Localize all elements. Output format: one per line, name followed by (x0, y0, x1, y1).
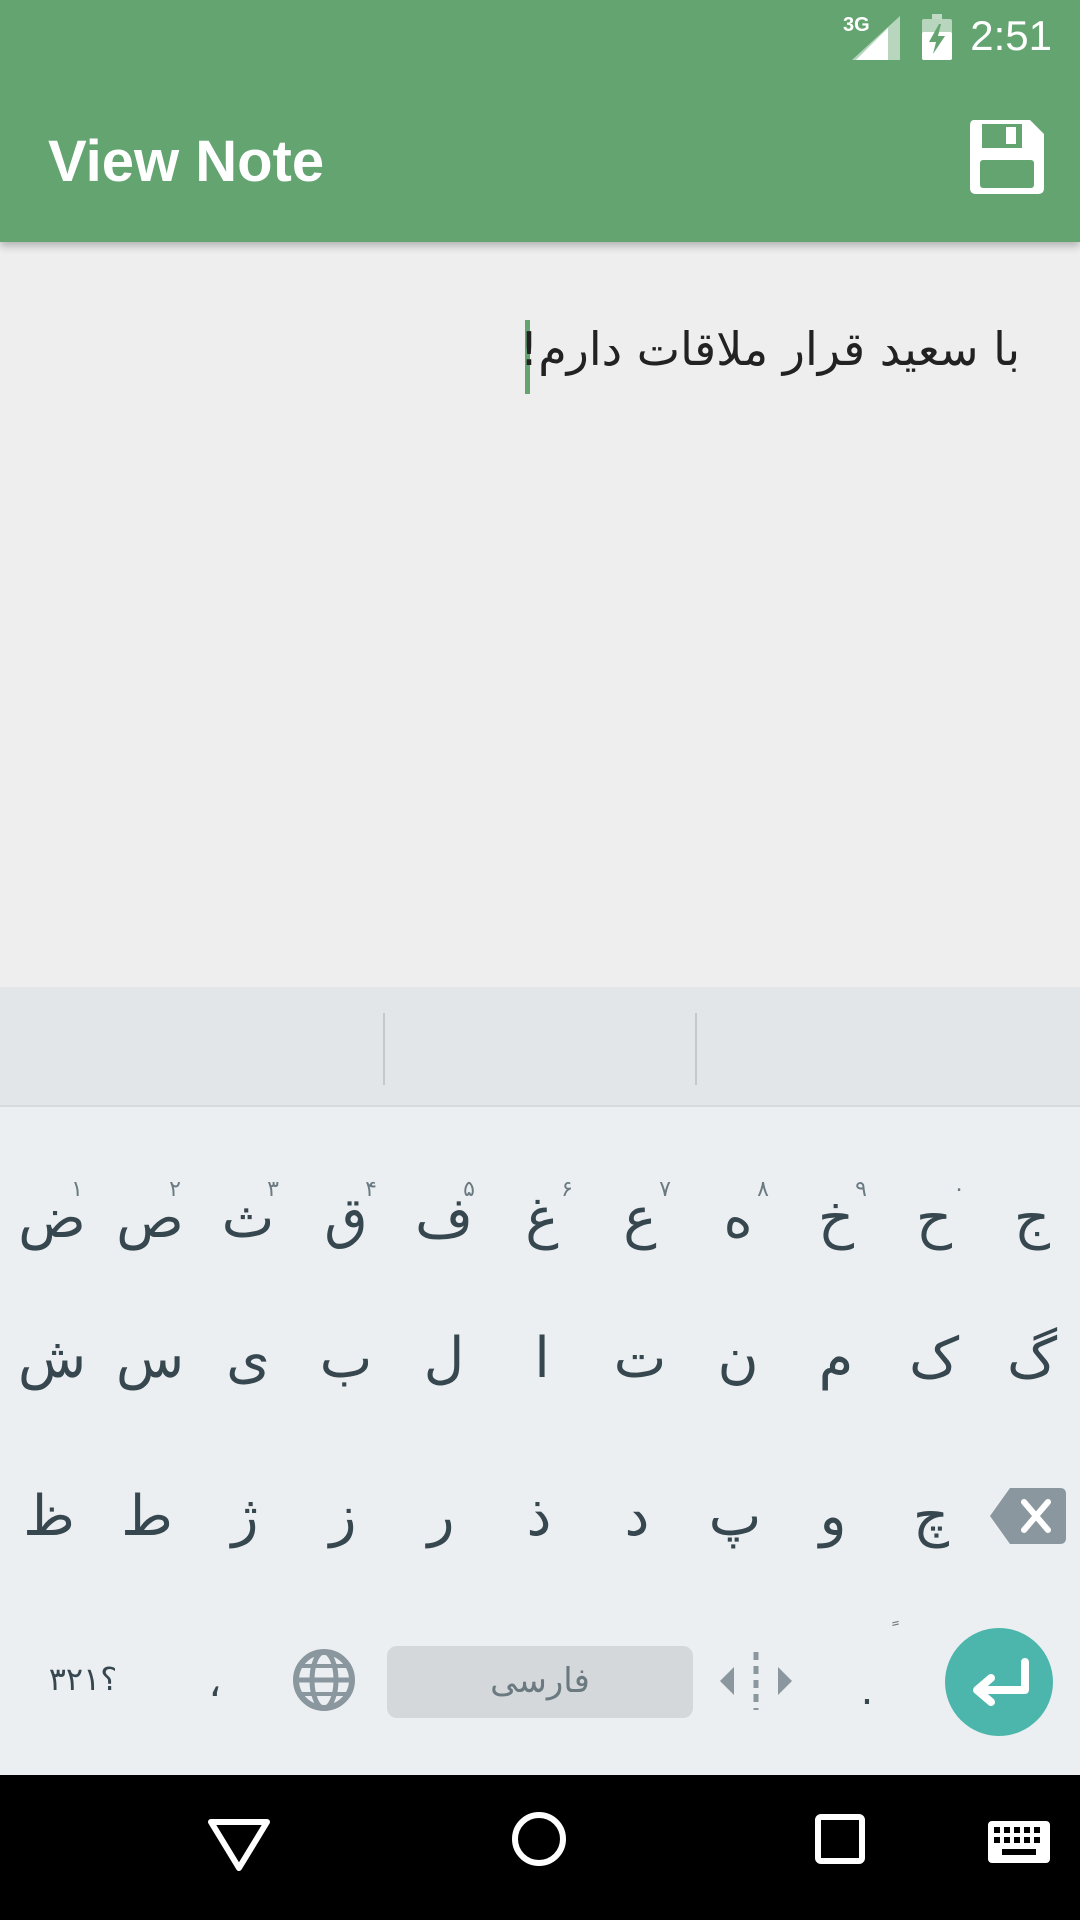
period-key-hint: ً (880, 1620, 900, 1645)
key[interactable]: ل (395, 1299, 493, 1419)
key[interactable]: ا (493, 1299, 591, 1419)
key[interactable]: خ۹ (787, 1159, 885, 1279)
key[interactable]: م (787, 1299, 885, 1419)
globe-icon (293, 1649, 355, 1711)
key[interactable]: غ۶ (493, 1159, 591, 1279)
note-text[interactable]: با سعید قرار ملاقات دارم! (520, 322, 1020, 376)
key[interactable]: ک (885, 1299, 983, 1419)
home-button[interactable] (511, 1811, 567, 1871)
key[interactable]: ی (199, 1299, 297, 1419)
key[interactable]: س (101, 1299, 199, 1419)
home-circle-icon (512, 1812, 566, 1866)
key[interactable]: چ (882, 1457, 980, 1577)
signal-icon (852, 16, 900, 60)
key[interactable]: گ (983, 1299, 1080, 1419)
key[interactable]: ع۷ (591, 1159, 689, 1279)
key[interactable]: ذ (490, 1457, 588, 1577)
key[interactable]: ظ (0, 1457, 98, 1577)
key[interactable]: ن (689, 1299, 787, 1419)
back-triangle-icon (208, 1819, 270, 1871)
floppy-disk-icon (970, 120, 1044, 194)
navigation-bar (0, 1775, 1080, 1920)
recents-square-icon (815, 1814, 865, 1864)
symbols-key[interactable]: ؟۳۲۱ (38, 1660, 128, 1698)
cursor-arrows-icon (720, 1652, 792, 1710)
key[interactable]: ح۰ (885, 1159, 983, 1279)
key[interactable]: ه۸ (689, 1159, 787, 1279)
period-key[interactable]: . (852, 1668, 882, 1714)
keyboard-switch-button[interactable] (988, 1821, 1050, 1867)
save-button[interactable] (968, 118, 1046, 196)
key[interactable]: ر (392, 1457, 490, 1577)
suggestion-divider (383, 1013, 385, 1085)
key[interactable]: ض۱ (3, 1159, 101, 1279)
key[interactable]: ق۴ (297, 1159, 395, 1279)
backspace-icon (990, 1488, 1066, 1544)
key[interactable]: و (784, 1457, 882, 1577)
page-title: View Note (48, 129, 325, 194)
app-bar: 3G 2:51 View Note (0, 0, 1080, 242)
language-switch-key[interactable] (290, 1648, 358, 1716)
key[interactable]: ط (98, 1457, 196, 1577)
enter-arrow-icon (973, 1658, 1029, 1706)
keyboard-icon (988, 1821, 1050, 1863)
key[interactable]: ش (3, 1299, 101, 1419)
cursor-move-key[interactable] (718, 1650, 794, 1712)
key[interactable]: ب (297, 1299, 395, 1419)
key[interactable]: ج (983, 1159, 1080, 1279)
comma-key[interactable]: ، (195, 1660, 235, 1706)
key[interactable]: ژ (196, 1457, 294, 1577)
key[interactable]: ص۲ (101, 1159, 199, 1279)
key[interactable]: د (588, 1457, 686, 1577)
backspace-key[interactable] (990, 1488, 1066, 1548)
back-button[interactable] (206, 1817, 272, 1877)
key[interactable]: ت (591, 1299, 689, 1419)
key[interactable]: ف۵ (395, 1159, 493, 1279)
enter-key[interactable] (945, 1628, 1053, 1736)
battery-charging-icon (922, 14, 952, 60)
key[interactable]: پ (686, 1457, 784, 1577)
status-bar: 3G 2:51 (0, 0, 1080, 75)
suggestion-strip (0, 987, 1080, 1107)
space-bar[interactable]: فارسی (387, 1646, 693, 1718)
suggestion-divider (695, 1013, 697, 1085)
key[interactable]: ث۳ (199, 1159, 297, 1279)
clock: 2:51 (970, 12, 1052, 59)
key[interactable]: ز (294, 1457, 392, 1577)
recents-button[interactable] (814, 1813, 866, 1869)
